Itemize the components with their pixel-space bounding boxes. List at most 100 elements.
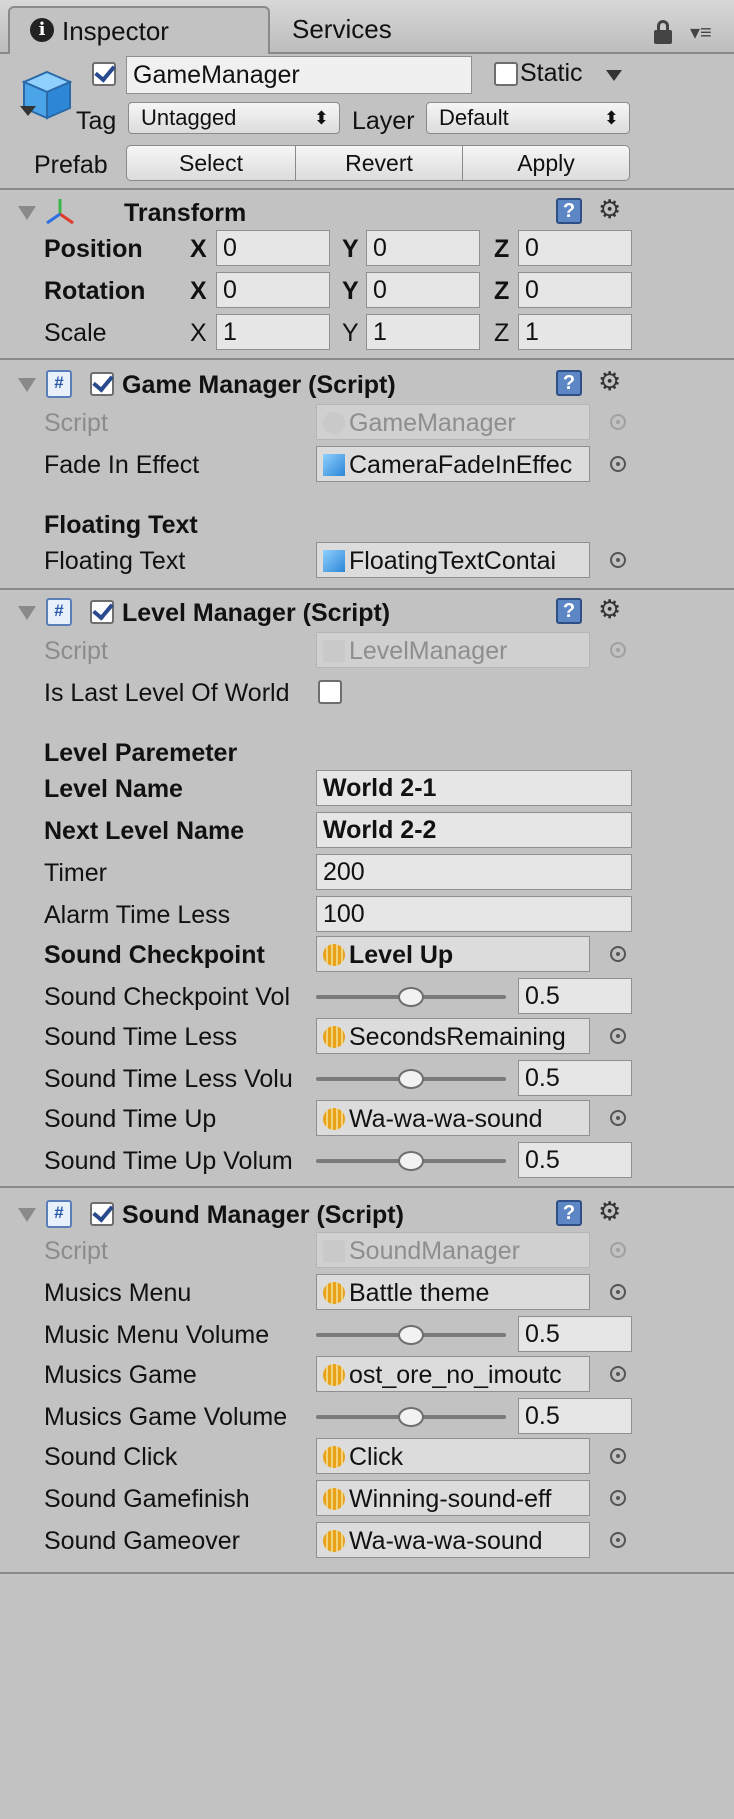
level-name-field[interactable]: World 2-1 [316,770,632,806]
musics-game-volume-field[interactable]: 0.5 [518,1398,632,1434]
music-menu-volume-label: Music Menu Volume [44,1321,270,1349]
help-icon[interactable]: ? [556,598,582,624]
object-picker-icon[interactable] [610,1532,626,1548]
help-icon[interactable]: ? [556,370,582,396]
floating-text-field[interactable]: FloatingTextContai [316,542,590,578]
sound-gamefinish-field[interactable]: Winning-sound-eff [316,1480,590,1516]
audio-clip-icon [323,944,345,966]
sound-time-up-vol-field[interactable]: 0.5 [518,1142,632,1178]
sound-time-less-field[interactable]: SecondsRemaining [316,1018,590,1054]
gear-icon[interactable]: ⚙ [598,196,621,222]
rotation-y-field[interactable]: 0 [366,272,480,308]
scale-z-field[interactable]: 1 [518,314,632,350]
object-picker-icon[interactable] [610,552,626,568]
position-x-field[interactable]: 0 [216,230,330,266]
gameobject-active-checkbox[interactable] [92,62,116,86]
music-menu-volume-field[interactable]: 0.5 [518,1316,632,1352]
script-asset-icon [323,412,345,434]
tag-popup[interactable]: Untagged ⬍ [128,102,340,134]
sound-checkpoint-field[interactable]: Level Up [316,936,590,972]
musics-game-volume-slider-thumb[interactable] [398,1407,424,1427]
sound-gameover-label: Sound Gameover [44,1527,240,1555]
transform-axes-icon [44,196,76,228]
sound-time-less-vol-slider-thumb[interactable] [398,1069,424,1089]
rotation-z-field[interactable]: 0 [518,272,632,308]
object-picker-icon[interactable] [610,1028,626,1044]
csharp-script-icon: # [46,598,72,626]
transform-foldout-icon[interactable] [18,206,36,220]
script-asset-icon [323,640,345,662]
sound-manager-foldout-icon[interactable] [18,1208,36,1222]
menu-icon[interactable]: ▾≡ [690,18,712,48]
rotation-z-label: Z [494,277,510,305]
static-dropdown-icon[interactable] [606,70,622,81]
object-picker-icon[interactable] [610,1366,626,1382]
sound-checkpoint-vol-label: Sound Checkpoint Vol [44,983,291,1011]
prefab-label: Prefab [34,151,108,179]
sound-manager-enabled-checkbox[interactable] [90,1202,114,1226]
gameobject-icon-dropdown[interactable] [20,106,36,116]
position-z-field[interactable]: 0 [518,230,632,266]
sound-gameover-field[interactable]: Wa-wa-wa-sound [316,1522,590,1558]
rotation-x-field[interactable]: 0 [216,272,330,308]
tab-services[interactable]: Services [292,14,392,44]
gameobject-name-field[interactable]: GameManager [126,56,472,94]
scale-x-field[interactable]: 1 [216,314,330,350]
audio-clip-icon [323,1026,345,1048]
object-picker-icon[interactable] [610,1490,626,1506]
game-manager-title[interactable]: Game Manager (Script) [122,370,396,400]
position-y-field[interactable]: 0 [366,230,480,266]
musics-menu-field[interactable]: Battle theme [316,1274,590,1310]
position-label: Position [44,235,143,263]
prefab-apply-button[interactable]: Apply [462,145,630,181]
position-x-label: X [190,235,207,263]
lm-script-label: Script [44,637,108,665]
music-menu-volume-slider-thumb[interactable] [398,1325,424,1345]
static-checkbox[interactable] [494,62,518,86]
level-manager-foldout-icon[interactable] [18,606,36,620]
object-picker-icon[interactable] [610,456,626,472]
sm-script-label: Script [44,1237,108,1265]
prefab-select-button[interactable]: Select [126,145,296,181]
separator [0,1186,734,1188]
sound-checkpoint-vol-slider-thumb[interactable] [398,987,424,1007]
object-picker-icon[interactable] [610,1448,626,1464]
sound-click-field[interactable]: Click [316,1438,590,1474]
is-last-level-checkbox[interactable] [318,680,342,704]
gear-icon[interactable]: ⚙ [598,1198,621,1224]
sound-time-up-field[interactable]: Wa-wa-wa-sound [316,1100,590,1136]
layer-popup-arrows-icon: ⬍ [603,108,619,128]
help-icon[interactable]: ? [556,198,582,224]
sound-manager-title[interactable]: Sound Manager (Script) [122,1200,404,1230]
next-level-name-field[interactable]: World 2-2 [316,812,632,848]
scale-y-field[interactable]: 1 [366,314,480,350]
fade-in-effect-field[interactable]: CameraFadeInEffec [316,446,590,482]
separator [0,1572,734,1574]
gear-icon[interactable]: ⚙ [598,368,621,394]
sound-time-up-vol-slider-thumb[interactable] [398,1151,424,1171]
gear-icon[interactable]: ⚙ [598,596,621,622]
object-picker-icon[interactable] [610,946,626,962]
musics-menu-value: Battle theme [349,1279,490,1307]
level-manager-enabled-checkbox[interactable] [90,600,114,624]
audio-clip-icon [323,1488,345,1510]
object-picker-icon [610,642,626,658]
game-manager-enabled-checkbox[interactable] [90,372,114,396]
object-picker-icon[interactable] [610,1284,626,1300]
level-manager-title[interactable]: Level Manager (Script) [122,598,390,628]
timer-field[interactable]: 200 [316,854,632,890]
audio-clip-icon [323,1530,345,1552]
game-manager-foldout-icon[interactable] [18,378,36,392]
sound-checkpoint-vol-field[interactable]: 0.5 [518,978,632,1014]
separator [0,358,734,360]
lock-icon[interactable] [654,30,672,44]
transform-title[interactable]: Transform [124,198,246,228]
prefab-revert-button[interactable]: Revert [295,145,463,181]
layer-popup[interactable]: Default ⬍ [426,102,630,134]
help-icon[interactable]: ? [556,1200,582,1226]
musics-game-field[interactable]: ost_ore_no_imoutc [316,1356,590,1392]
audio-clip-icon [323,1446,345,1468]
object-picker-icon[interactable] [610,1110,626,1126]
sound-time-less-vol-field[interactable]: 0.5 [518,1060,632,1096]
alarm-time-less-field[interactable]: 100 [316,896,632,932]
